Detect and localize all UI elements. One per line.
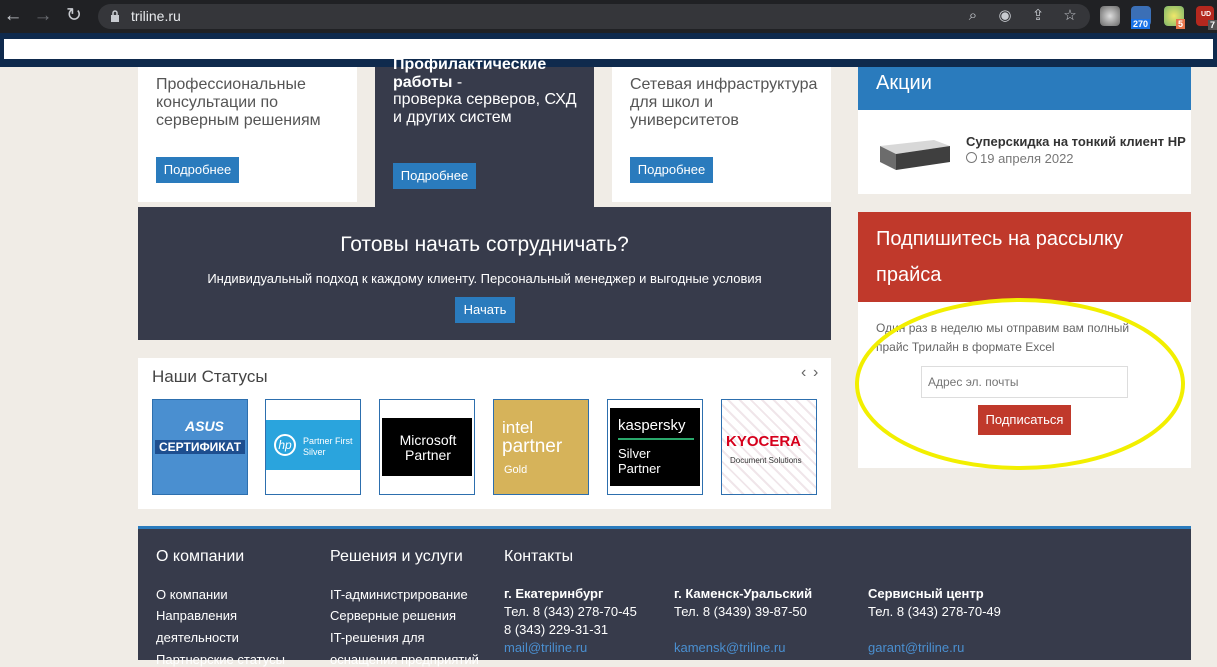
logo-intel[interactable]: intel partner Gold (493, 399, 589, 495)
footer-about-link-2[interactable]: Направления (156, 608, 237, 623)
contact-service-city: Сервисный центр (868, 586, 984, 601)
more-button-1[interactable]: Подробнее (156, 157, 239, 183)
service-card-maintenance-title: Профилактические работы - (393, 56, 593, 92)
service-card-network-text: Сетевая инфраструктура для школ и универ… (630, 76, 818, 129)
kyocera-brand: KYOCERA (726, 433, 802, 450)
kasp-brand: kaspersky (618, 417, 686, 434)
footer-contacts-title: Контакты (504, 548, 574, 565)
logo-microsoft[interactable]: Microsoft Partner (379, 399, 475, 495)
footer (138, 526, 1191, 660)
hp-silver: Silver (303, 447, 326, 457)
cta-subtitle: Индивидуальный подход к каждому клиенту.… (207, 271, 762, 286)
contact-kamensk-phone1: Тел. 8 (3439) 39-87-50 (674, 604, 807, 619)
logo-asus[interactable]: ASUS СЕРТИФИКАТ (152, 399, 248, 495)
contact-ekb-phone1: Тел. 8 (343) 278-70-45 (504, 604, 637, 619)
more-button-3[interactable]: Подробнее (630, 157, 713, 183)
intel-brand: intel (502, 418, 534, 437)
logo-kaspersky[interactable]: kaspersky Silver Partner (607, 399, 703, 495)
footer-about-link-2b[interactable]: деятельности (156, 630, 239, 645)
cta-title: Готовы начать сотрудничать? (340, 233, 629, 256)
logo-kyocera[interactable]: KYOCERA Document Solutions (721, 399, 817, 495)
browser-toolbar: ← → ↻ triline.ru ⌕ ◉ ⇪ ☆ 270 5 UD 7 (0, 0, 1217, 33)
forward-icon[interactable]: → (32, 5, 54, 27)
kasp-partner: Partner (618, 461, 661, 476)
footer-solutions-link-2[interactable]: Серверные решения (330, 608, 456, 623)
bookmarks-bar-strip (4, 39, 1213, 59)
url-text[interactable]: triline.ru (131, 8, 181, 24)
highlight-circle (855, 298, 1185, 470)
contact-kamensk-city: г. Каменск-Уральский (674, 586, 813, 601)
extension-1-icon[interactable] (1100, 6, 1120, 26)
maintenance-title-dash: - (452, 74, 463, 91)
asus-cert: СЕРТИФИКАТ (155, 440, 245, 454)
service-card-maintenance-text: проверка серверов, СХД и других систем (393, 91, 577, 126)
contact-service-email[interactable]: garant@triline.ru (868, 640, 964, 655)
footer-solutions-link-1[interactable]: IT-администрирование (330, 587, 468, 602)
kasp-line (618, 438, 694, 440)
address-bar[interactable] (98, 4, 1090, 29)
contact-service-phone1: Тел. 8 (343) 278-70-49 (868, 604, 1001, 619)
bookmark-star-icon[interactable]: ☆ (1060, 6, 1080, 26)
clock-icon (966, 152, 977, 163)
back-icon[interactable]: ← (2, 5, 24, 27)
subscribe-title-line1: Подпишитесь на рассылку (876, 228, 1123, 250)
kyocera-sub: Document Solutions (730, 456, 802, 465)
carousel-prev-icon[interactable]: ‹ (801, 364, 806, 382)
promo-item-date: 19 апреля 2022 (980, 151, 1074, 166)
service-card-consulting-text: Профессиональные консультации по серверн… (156, 76, 321, 129)
ms-brand: Microsoft (399, 432, 457, 448)
subscribe-title-line2: прайса (876, 264, 942, 286)
extension-3-badge: 5 (1176, 19, 1186, 29)
reload-icon[interactable]: ↻ (63, 5, 85, 27)
intel-gold: Gold (504, 464, 528, 476)
footer-about-link-1[interactable]: О компании (156, 587, 228, 602)
extension-4-badge: 7 (1208, 20, 1217, 30)
footer-solutions-title: Решения и услуги (330, 548, 463, 565)
subscribe-header (858, 212, 1191, 302)
footer-about-title: О компании (156, 548, 245, 565)
zoom-icon[interactable]: ⌕ (963, 6, 983, 26)
kasp-silver: Silver (618, 446, 651, 461)
extension-4-label: UD (1201, 11, 1212, 18)
more-button-2[interactable]: Подробнее (393, 163, 476, 189)
extension-2-badge: 270 (1131, 19, 1151, 29)
promo-item-title[interactable]: Суперскидка на тонкий клиент HP (966, 134, 1186, 149)
maintenance-title-text: Профилактические работы (393, 56, 547, 91)
contact-ekb-phone2: 8 (343) 229-31-31 (504, 622, 609, 637)
intel-partner: partner (502, 436, 563, 457)
eye-off-icon[interactable]: ◉ (995, 6, 1015, 26)
contact-ekb-email[interactable]: mail@triline.ru (504, 640, 587, 655)
ms-partner: Partner (405, 447, 451, 463)
logo-hp[interactable]: hp Partner First Silver (265, 399, 361, 495)
carousel-next-icon[interactable]: › (813, 364, 818, 382)
thin-client-image[interactable] (876, 138, 952, 172)
contact-kamensk-email[interactable]: kamensk@triline.ru (674, 640, 785, 655)
hp-brand: hp (274, 434, 296, 456)
share-icon[interactable]: ⇪ (1028, 6, 1048, 26)
cta-start-button[interactable]: Начать (455, 297, 515, 323)
hp-partner: Partner First (303, 436, 353, 446)
promo-title: Акции (876, 72, 932, 94)
asus-brand: ASUS (185, 418, 224, 434)
contact-ekb-city: г. Екатеринбург (504, 586, 604, 601)
lock-icon (111, 10, 119, 22)
statuses-title: Наши Статусы (152, 367, 268, 386)
footer-solutions-link-3[interactable]: IT-решения для (330, 630, 425, 645)
